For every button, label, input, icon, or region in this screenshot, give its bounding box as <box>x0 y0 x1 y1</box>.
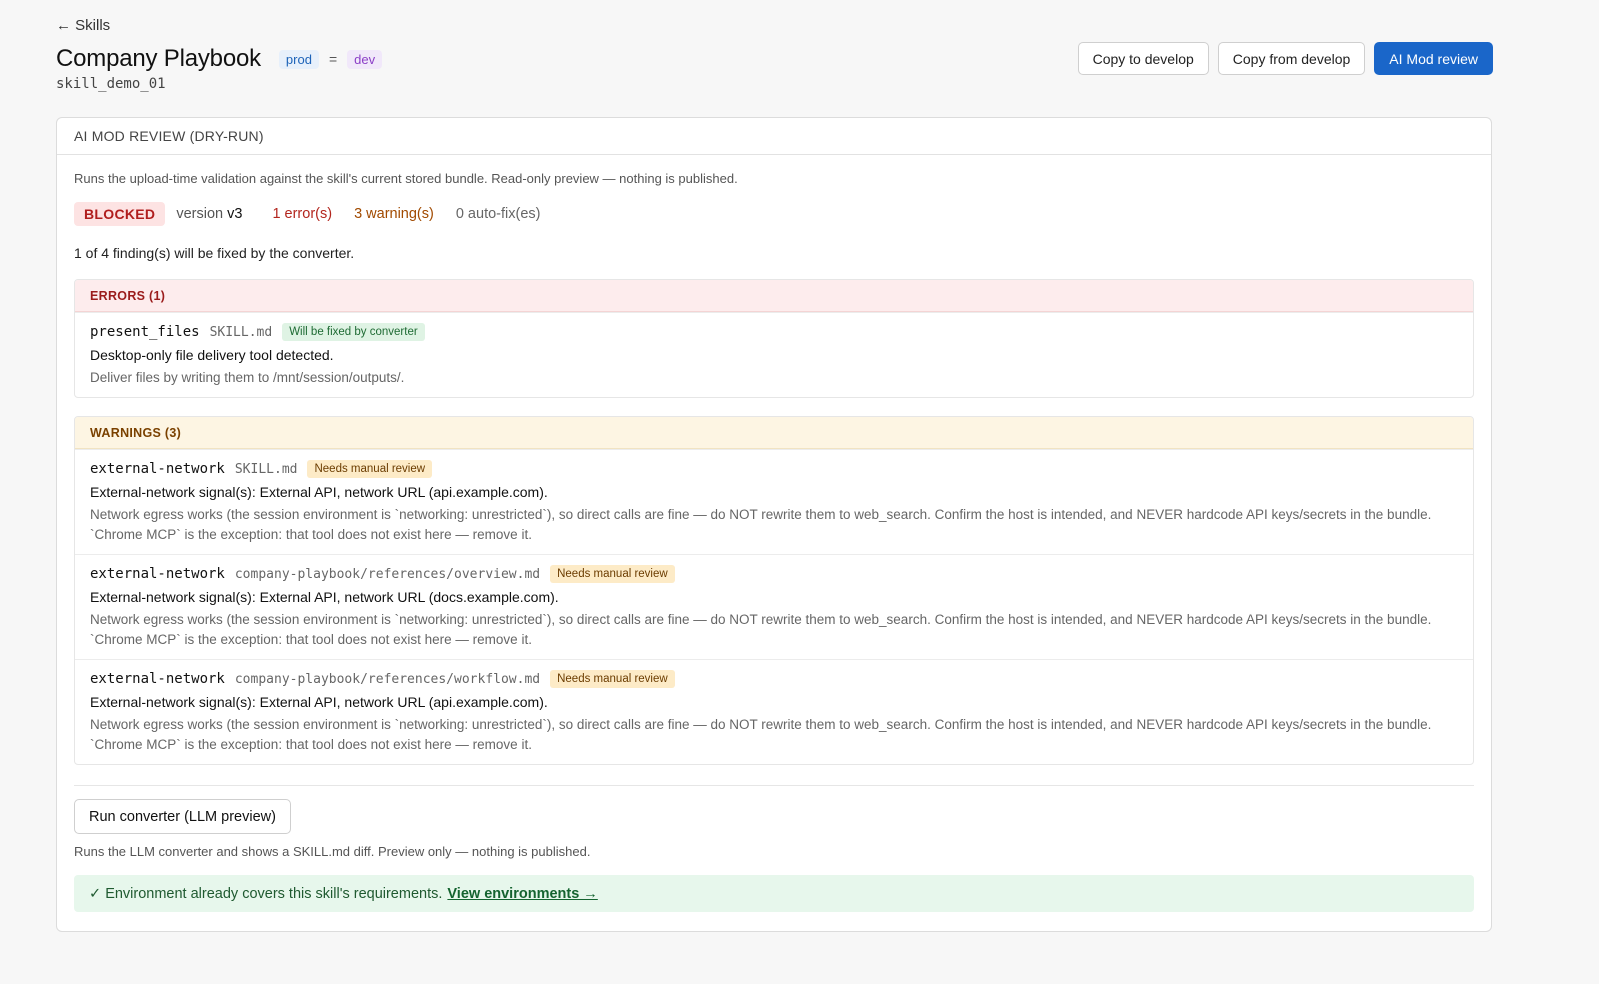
manual-review-badge: Needs manual review <box>307 460 433 478</box>
finding-hint: Network egress works (the session enviro… <box>90 612 1432 647</box>
finding-hint: Network egress works (the session enviro… <box>90 507 1432 542</box>
back-to-skills-link[interactable]: ← Skills <box>56 17 110 34</box>
finding-hint: Deliver files by writing them to /mnt/se… <box>90 370 405 385</box>
run-converter-button[interactable]: Run converter (LLM preview) <box>74 799 291 834</box>
warnings-heading: WARNINGS (3) <box>75 417 1473 449</box>
header-actions: Copy to develop Copy from develop AI Mod… <box>1077 42 1493 75</box>
finding-item: present_files SKILL.md Will be fixed by … <box>75 312 1473 397</box>
autofix-count: 0 auto-fix(es) <box>455 206 541 222</box>
page-title: Company Playbook <box>56 45 261 72</box>
finding-message: External-network signal(s): External API… <box>90 694 548 710</box>
finding-item: external-network company-playbook/refere… <box>75 554 1473 659</box>
review-summary: BLOCKED version v3 1 error(s) 3 warning(… <box>74 202 1474 226</box>
warning-count: 3 warning(s) <box>354 206 434 222</box>
finding-file: SKILL.md <box>234 461 298 477</box>
finding-file: SKILL.md <box>209 324 273 340</box>
env-badge-dev: dev <box>347 49 383 69</box>
converter-description: Runs the LLM converter and shows a SKILL… <box>74 844 591 859</box>
finding-file: company-playbook/references/workflow.md <box>234 671 541 687</box>
finding-file: company-playbook/references/overview.md <box>234 566 541 582</box>
section-divider <box>74 785 1474 786</box>
check-icon: ✓ <box>89 885 102 902</box>
finding-message: External-network signal(s): External API… <box>90 484 548 500</box>
finding-item: external-network company-playbook/refere… <box>75 659 1473 764</box>
skill-slug: skill_demo_01 <box>56 76 166 92</box>
version-value: v3 <box>227 206 243 222</box>
fix-badge: Will be fixed by converter <box>282 323 425 341</box>
copy-to-develop-button[interactable]: Copy to develop <box>1077 42 1209 75</box>
environment-status-text: Environment already covers this skill's … <box>105 885 443 902</box>
env-equals-sign: = <box>328 51 338 67</box>
warnings-section: WARNINGS (3) external-network SKILL.md N… <box>74 416 1474 765</box>
copy-from-develop-button[interactable]: Copy from develop <box>1217 42 1366 75</box>
finding-code: external-network <box>90 566 225 582</box>
finding-message: External-network signal(s): External API… <box>90 589 559 605</box>
ai-review-panel: AI MOD REVIEW (DRY-RUN) Runs the upload-… <box>56 117 1492 932</box>
view-environments-link[interactable]: View environments → <box>447 886 597 902</box>
finding-code: present_files <box>90 324 200 340</box>
finding-item: external-network SKILL.md Needs manual r… <box>75 449 1473 554</box>
status-badge: BLOCKED <box>74 202 166 226</box>
error-count: 1 error(s) <box>272 206 333 222</box>
finding-code: external-network <box>90 461 225 477</box>
ai-mod-review-button[interactable]: AI Mod review <box>1374 42 1493 75</box>
environment-status-banner: ✓ Environment already covers this skill'… <box>74 875 1474 912</box>
finding-code: external-network <box>90 671 225 687</box>
errors-section: ERRORS (1) present_files SKILL.md Will b… <box>74 279 1474 398</box>
panel-heading: AI MOD REVIEW (DRY-RUN) <box>57 118 1491 155</box>
version-label: version <box>176 206 224 222</box>
errors-heading: ERRORS (1) <box>75 280 1473 312</box>
finding-hint: Network egress works (the session enviro… <box>90 717 1432 752</box>
fix-note: 1 of 4 finding(s) will be fixed by the c… <box>74 245 355 261</box>
manual-review-badge: Needs manual review <box>550 565 675 583</box>
env-badge-prod: prod <box>278 49 319 69</box>
review-description: Runs the upload-time validation against … <box>74 171 738 186</box>
finding-message: Desktop-only file delivery tool detected… <box>90 347 334 363</box>
version-info: version v3 <box>176 206 242 222</box>
title-row: Company Playbook prod = dev <box>56 45 383 73</box>
manual-review-badge: Needs manual review <box>550 670 675 688</box>
